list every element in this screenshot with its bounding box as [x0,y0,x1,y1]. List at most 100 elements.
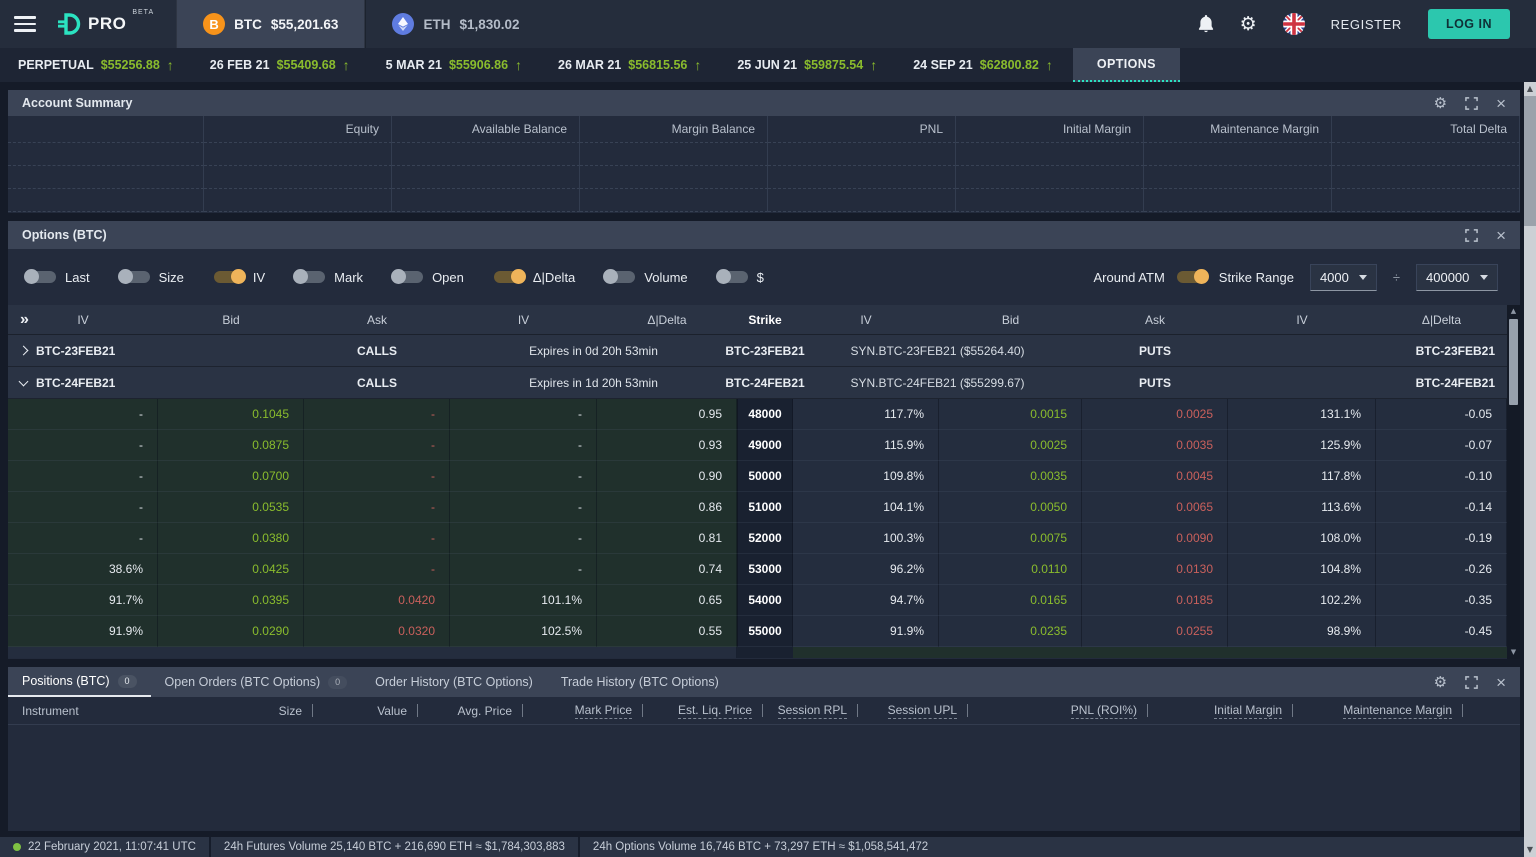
toggle-volume[interactable]: Volume [603,269,688,285]
call-bid[interactable]: 0.1045 [158,399,304,430]
put-ask[interactable]: 0.0045 [1082,461,1228,492]
language-flag-icon[interactable] [1282,13,1305,35]
options-group-row-23feb21[interactable]: BTC-23FEB21 CALLS Expires in 0d 20h 53mi… [8,335,1507,367]
call-ask[interactable]: - [304,554,450,585]
tab-open-orders-btc-options[interactable]: Open Orders (BTC Options) 0 [151,667,362,697]
toggle-iv[interactable]: IV [213,269,265,285]
put-ask[interactable]: 0.0255 [1082,616,1228,647]
btc-instrument-tab[interactable]: B BTC $55,201.63 [176,0,366,48]
options-row[interactable]: -0.0875- -0.93 49000 115.9% 0.0025 0.0035 125.… [8,430,1507,461]
strike-max-select[interactable]: 400000 [1416,263,1498,291]
around-atm-toggle[interactable] [1176,269,1209,284]
toggle-mark[interactable]: Mark [293,269,363,285]
call-bid[interactable]: 0.0535 [158,492,304,523]
toggle-switch[interactable] [715,269,748,284]
page-scrollbar[interactable]: ▲ ▼ [1524,82,1536,857]
panel-expand-icon[interactable] [1465,675,1478,689]
call-bid[interactable]: 0.0380 [158,523,304,554]
put-ask[interactable]: 0.0090 [1082,523,1228,554]
scroll-up-icon[interactable]: ▲ [1527,82,1533,96]
put-ask[interactable]: 0.0185 [1082,585,1228,616]
panel-close-icon[interactable]: × [1496,674,1506,691]
toggle-switch[interactable] [24,269,56,284]
put-bid[interactable]: 0.0110 [939,554,1082,585]
eth-instrument-tab[interactable]: ETH $1,830.02 [365,0,545,48]
toggle-switch[interactable] [391,269,424,284]
put-ask[interactable]: 0.0130 [1082,554,1228,585]
login-button[interactable]: LOG IN [1427,9,1510,39]
tab-order-history-btc-options[interactable]: Order History (BTC Options) [361,667,547,697]
panel-close-icon[interactable]: × [1496,95,1506,112]
scrollbar-thumb[interactable] [1509,319,1518,405]
options-group-row-24feb21[interactable]: BTC-24FEB21 CALLS Expires in 1d 20h 53mi… [8,367,1507,399]
futures-contract-tab-25-jun-21[interactable]: 25 JUN 21 $59875.54 ↑ [719,48,895,82]
toggle-open[interactable]: Open [391,269,464,285]
call-bid[interactable]: 0.0875 [158,430,304,461]
put-ask[interactable]: 0.0025 [1082,399,1228,430]
put-bid[interactable]: 0.0050 [939,492,1082,523]
call-bid[interactable]: 0.0425 [158,554,304,585]
toggle-switch[interactable] [213,269,246,284]
options-row[interactable]: 91.7% 0.0395 0.0420 101.1% 0.65 54000 94.7% 0.0… [8,585,1507,616]
options-row[interactable]: 91.9% 0.0290 0.0320 102.5% 0.55 55000 91.9% 0.0… [8,616,1507,647]
call-bid[interactable]: 0.0395 [158,585,304,616]
strike-min-select[interactable]: 4000 [1309,263,1377,291]
toggle-switch[interactable] [493,269,526,284]
toggle-size[interactable]: Size [117,269,184,285]
futures-contract-tab-5-mar-21[interactable]: 5 MAR 21 $55906.86 ↑ [368,48,540,82]
futures-contract-tab-26-mar-21[interactable]: 26 MAR 21 $56815.56 ↑ [540,48,719,82]
put-ask[interactable]: 0.0065 [1082,492,1228,523]
options-row[interactable]: -0.1045- -0.95 48000 117.7% 0.0015 0.0025 131.… [8,399,1507,430]
toggle-item[interactable]: $ [715,269,764,285]
call-ask[interactable]: - [304,461,450,492]
put-bid[interactable]: 0.0075 [939,523,1082,554]
bell-icon[interactable] [1198,15,1214,33]
call-ask[interactable]: - [304,430,450,461]
call-ask[interactable]: - [304,399,450,430]
scroll-down-icon[interactable]: ▼ [1527,843,1533,857]
options-row[interactable]: -0.0700- -0.90 50000 109.8% 0.0035 0.0045 117.… [8,461,1507,492]
put-bid[interactable]: 0.0015 [939,399,1082,430]
call-bid[interactable]: 0.0290 [158,616,304,647]
scrollbar-thumb[interactable] [1524,96,1536,226]
expiry-group-toggle[interactable]: BTC-23FEB21 [8,344,304,358]
toggle-switch[interactable] [293,269,326,284]
call-ask[interactable]: - [304,492,450,523]
tab-trade-history-btc-options[interactable]: Trade History (BTC Options) [547,667,733,697]
call-ask[interactable]: - [304,523,450,554]
panel-expand-icon[interactable] [1465,228,1478,242]
panel-expand-icon[interactable] [1465,96,1478,110]
toggle-switch[interactable] [603,269,636,284]
panel-settings-icon[interactable]: ⚙ [1434,95,1447,111]
scroll-down-icon[interactable]: ▼ [1511,646,1516,659]
toggle-delta[interactable]: Δ|Delta [493,269,575,285]
options-row[interactable]: 38.6% 0.0425- -0.74 53000 96.2% 0.0110 0.0130 1… [8,554,1507,585]
gear-icon[interactable]: ⚙ [1240,14,1257,34]
tab-positions-btc[interactable]: Positions (BTC) 0 [8,667,151,697]
expiry-group-toggle[interactable]: BTC-24FEB21 [8,376,304,390]
options-row[interactable]: -0.0380- -0.81 52000 100.3% 0.0075 0.0090 108.… [8,523,1507,554]
put-bid[interactable]: 0.0035 [939,461,1082,492]
scroll-up-icon[interactable]: ▲ [1511,305,1516,318]
options-row[interactable]: -0.0535- -0.86 51000 104.1% 0.0050 0.0065 113.… [8,492,1507,523]
put-bid[interactable]: 0.0235 [939,616,1082,647]
logo[interactable]: PRO BETA [50,0,176,48]
futures-contract-tab-perpetual[interactable]: PERPETUAL $55256.88 ↑ [0,48,192,82]
expand-all-icon[interactable]: » [20,311,29,328]
toggle-switch[interactable] [117,269,150,284]
call-ask[interactable]: 0.0420 [304,585,450,616]
menu-icon[interactable] [0,0,50,48]
panel-close-icon[interactable]: × [1496,227,1506,244]
put-bid[interactable]: 0.0025 [939,430,1082,461]
call-ask[interactable]: 0.0320 [304,616,450,647]
put-bid[interactable]: 0.0165 [939,585,1082,616]
call-bid[interactable]: 0.0700 [158,461,304,492]
put-ask[interactable]: 0.0035 [1082,430,1228,461]
panel-settings-icon[interactable]: ⚙ [1434,674,1447,690]
register-link[interactable]: REGISTER [1331,17,1402,32]
toggle-last[interactable]: Last [24,269,90,285]
options-scrollbar[interactable]: ▲ ▼ [1507,305,1520,659]
futures-contract-tab-26-feb-21[interactable]: 26 FEB 21 $55409.68 ↑ [192,48,368,82]
tab-options[interactable]: OPTIONS [1072,48,1180,82]
futures-contract-tab-24-sep-21[interactable]: 24 SEP 21 $62800.82 ↑ [895,48,1071,82]
